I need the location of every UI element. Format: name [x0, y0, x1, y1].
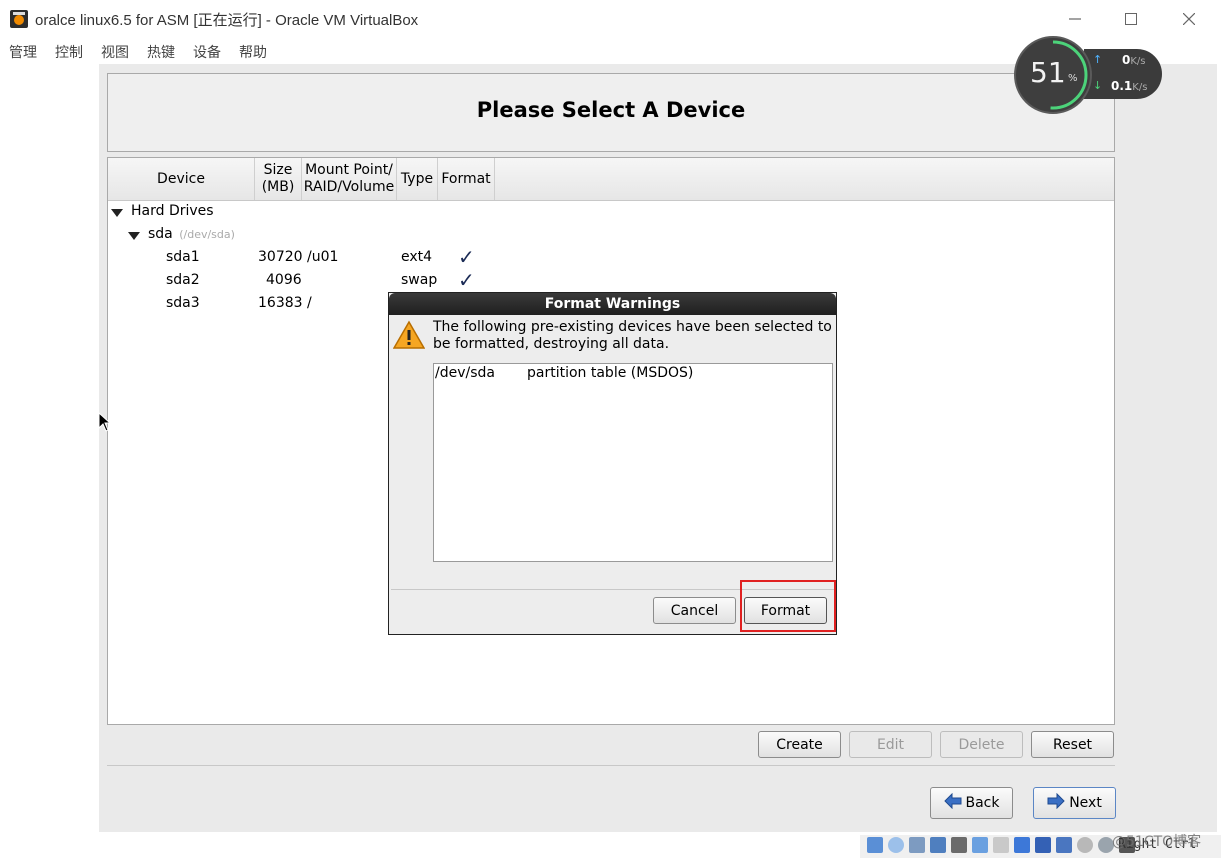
- watermark: @51CTO博客: [1112, 834, 1202, 850]
- minimize-icon[interactable]: [1052, 6, 1098, 32]
- optical-drive-icon[interactable]: [888, 837, 904, 853]
- warning-icon: [392, 320, 426, 354]
- status-icons: [867, 837, 1135, 853]
- back-label: Back: [965, 795, 1000, 811]
- row-mount: /u01: [307, 249, 339, 265]
- download-unit: K/s: [1132, 82, 1148, 93]
- window-title: oralce linux6.5 for ASM [正在运行] - Oracle …: [35, 12, 419, 29]
- virtualbox-icon: [9, 9, 29, 29]
- system-monitor-widget[interactable]: 51 % ↑ 0K/s ↓ 0.1K/s: [1014, 36, 1164, 114]
- usb-icon[interactable]: [951, 837, 967, 853]
- disk-name: sda: [148, 226, 173, 242]
- menu-manage[interactable]: 管理: [9, 42, 37, 62]
- window-titlebar: oralce linux6.5 for ASM [正在运行] - Oracle …: [0, 0, 1221, 38]
- row-mount: /: [307, 295, 312, 311]
- delete-button[interactable]: Delete: [940, 731, 1023, 758]
- close-icon[interactable]: [1166, 6, 1212, 32]
- mouse-cursor-icon: [98, 411, 112, 436]
- next-arrow-icon: [1047, 792, 1065, 813]
- header-panel: Please Select A Device: [107, 73, 1115, 152]
- column-mount[interactable]: Mount Point/ RAID/Volume: [302, 158, 397, 200]
- cancel-button[interactable]: Cancel: [653, 597, 736, 624]
- vm-statusbar: Right Ctrl @51CTO博客: [860, 834, 1221, 858]
- format-check-icon: ✓: [458, 245, 475, 269]
- back-arrow-icon: [943, 792, 962, 813]
- expand-triangle-icon[interactable]: [128, 232, 140, 240]
- reset-button[interactable]: Reset: [1031, 731, 1114, 758]
- cpu-gauge: 51 %: [1014, 36, 1092, 114]
- menu-control[interactable]: 控制: [55, 42, 83, 62]
- disk-sda[interactable]: sda (/dev/sda): [148, 226, 235, 242]
- percent-sign: %: [1068, 73, 1078, 84]
- column-format[interactable]: Format: [438, 158, 495, 200]
- row-device: sda2: [166, 272, 200, 288]
- row-device: sda3: [166, 295, 200, 311]
- back-button[interactable]: Back: [930, 787, 1013, 819]
- create-button[interactable]: Create: [758, 731, 841, 758]
- shared-folders-icon[interactable]: [972, 837, 988, 853]
- table-row[interactable]: sda2 4096 swap ✓: [108, 268, 508, 292]
- highlight-box: [740, 580, 836, 632]
- row-size: 4096: [266, 272, 302, 288]
- list-item[interactable]: /dev/sda partition table (MSDOS): [434, 364, 832, 384]
- recording-icon[interactable]: [1035, 837, 1051, 853]
- display-icon[interactable]: [1014, 837, 1030, 853]
- disk-path: (/dev/sda): [179, 228, 235, 241]
- edit-button[interactable]: Edit: [849, 731, 932, 758]
- menu-help[interactable]: 帮助: [239, 42, 267, 62]
- folder-icon[interactable]: [993, 837, 1009, 853]
- divider: [107, 765, 1115, 766]
- table-row[interactable]: sda1 30720 /u01 ext4 ✓: [108, 245, 508, 269]
- cpu-icon[interactable]: [1056, 837, 1072, 853]
- column-type[interactable]: Type: [397, 158, 438, 200]
- row-type: swap: [401, 272, 438, 288]
- upload-unit: K/s: [1130, 56, 1146, 67]
- maximize-icon[interactable]: [1108, 6, 1154, 32]
- menu-hotkeys[interactable]: 热键: [147, 42, 175, 62]
- upload-rate: 0K/s: [1122, 53, 1146, 67]
- hard-disk-icon[interactable]: [867, 837, 883, 853]
- menu-devices[interactable]: 设备: [193, 42, 221, 62]
- item-device: /dev/sda: [435, 365, 495, 381]
- row-size: 16383: [258, 295, 303, 311]
- cpu-percent: 51: [1030, 56, 1066, 89]
- row-type: ext4: [401, 249, 433, 265]
- group-hard-drives[interactable]: Hard Drives: [131, 203, 214, 219]
- next-button[interactable]: Next: [1033, 787, 1116, 819]
- upload-arrow-icon: ↑: [1093, 53, 1103, 66]
- column-size[interactable]: Size (MB): [255, 158, 302, 200]
- mouse-integration-icon[interactable]: [1077, 837, 1093, 853]
- dialog-message: The following pre-existing devices have …: [433, 319, 832, 352]
- audio-icon[interactable]: [909, 837, 925, 853]
- format-check-icon: ✓: [458, 268, 475, 292]
- item-description: partition table (MSDOS): [527, 365, 694, 381]
- tree-header: Device Size (MB) Mount Point/ RAID/Volum…: [108, 158, 1114, 201]
- next-label: Next: [1069, 795, 1102, 811]
- page-title: Please Select A Device: [476, 98, 746, 122]
- download-value: 0.1: [1111, 79, 1133, 93]
- network-icon[interactable]: [930, 837, 946, 853]
- dialog-title: Format Warnings: [389, 293, 836, 315]
- row-device: sda1: [166, 249, 200, 265]
- expand-triangle-icon[interactable]: [111, 209, 123, 217]
- row-size: 30720: [258, 249, 303, 265]
- menu-view[interactable]: 视图: [101, 42, 129, 62]
- column-device[interactable]: Device: [108, 158, 255, 200]
- device-list[interactable]: /dev/sda partition table (MSDOS): [433, 363, 833, 562]
- download-rate: 0.1K/s: [1111, 79, 1147, 93]
- download-arrow-icon: ↓: [1093, 79, 1103, 92]
